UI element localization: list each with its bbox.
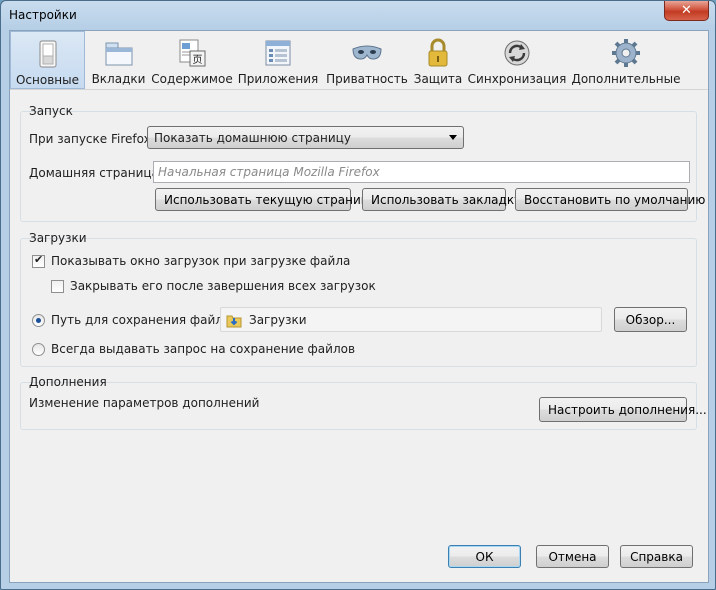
privacy-mask-icon	[352, 45, 382, 60]
tab-label: Вкладки	[91, 72, 146, 86]
general-switch-icon	[39, 40, 56, 68]
show-downloads-label: Показывать окно загрузок при загрузке фа…	[51, 254, 351, 268]
startup-when-label: При запуске Firefox:	[29, 132, 155, 146]
save-to-radio[interactable]	[32, 314, 45, 327]
tab-content[interactable]: 页 Содержимое	[151, 31, 233, 89]
tab-label: Приватность	[326, 72, 408, 86]
always-ask-label: Всегда выдавать запрос на сохранение фай…	[51, 342, 356, 356]
tab-privacy[interactable]: Приватность	[324, 31, 410, 89]
home-page-label: Домашняя страница:	[29, 166, 163, 180]
use-current-page-button[interactable]: Использовать текущую страницу	[155, 188, 376, 211]
show-downloads-checkbox[interactable]	[32, 253, 45, 268]
svg-text:页: 页	[193, 54, 203, 66]
download-folder-field: Загрузки	[220, 307, 602, 332]
browse-button[interactable]: Обзор...	[614, 307, 687, 332]
tab-sync[interactable]: Синхронизация	[466, 31, 568, 89]
startup-title: Запуск	[29, 104, 73, 118]
save-to-label: Путь для сохранения файлов	[51, 313, 238, 327]
tab-label: Приложения	[237, 72, 319, 86]
help-button[interactable]: Справка	[620, 545, 693, 568]
tab-applications[interactable]: Приложения	[232, 31, 324, 89]
startup-when-value: Показать домашнюю страницу	[154, 131, 351, 145]
download-folder-name: Загрузки	[249, 313, 307, 327]
applications-list-icon	[265, 40, 291, 66]
ok-button[interactable]: ОК	[448, 545, 521, 568]
startup-when-select[interactable]: Показать домашнюю страницу	[147, 126, 464, 149]
always-ask-radio[interactable]	[32, 343, 45, 356]
tab-advanced[interactable]: Дополнительные	[568, 31, 684, 89]
tabs-window-icon	[105, 42, 132, 66]
category-toolbar: Основные Вкладки 页 Содержимое Приложения…	[10, 31, 708, 90]
tab-general[interactable]: Основные	[10, 31, 85, 89]
tab-label: Дополнительные	[571, 72, 681, 86]
sync-arrows-icon	[504, 40, 530, 66]
use-bookmark-button[interactable]: Использовать закладку	[362, 188, 521, 211]
manage-addons-button[interactable]: Настроить дополнения...	[539, 397, 707, 422]
tab-label: Защита	[413, 72, 463, 86]
addons-description: Изменение параметров дополнений	[29, 396, 260, 410]
close-when-done-label: Закрывать его после завершения всех загр…	[70, 279, 376, 293]
advanced-gear-icon	[612, 39, 640, 67]
tab-tabs[interactable]: Вкладки	[85, 31, 152, 89]
tab-security[interactable]: Защита	[410, 31, 466, 89]
home-page-input[interactable]	[153, 161, 690, 183]
preferences-window: Настройки ✕ Основные Вкладки 页 Содержимо…	[0, 0, 716, 590]
security-lock-icon	[428, 38, 448, 67]
addons-title: Дополнения	[29, 375, 107, 389]
tab-label: Основные	[15, 73, 79, 87]
title-bar[interactable]: Настройки ✕	[1, 1, 715, 31]
close-icon: ✕	[681, 3, 692, 18]
downloads-title: Загрузки	[29, 231, 87, 245]
dialog-body: Основные Вкладки 页 Содержимое Приложения…	[9, 30, 709, 583]
tab-label: Синхронизация	[467, 72, 567, 86]
chevron-down-icon	[449, 135, 457, 140]
window-title: Настройки	[9, 8, 77, 22]
cancel-button[interactable]: Отмена	[536, 545, 609, 568]
restore-default-button[interactable]: Восстановить по умолчанию	[515, 188, 705, 211]
folder-download-icon	[226, 315, 242, 328]
close-when-done-checkbox[interactable]	[51, 280, 64, 293]
content-page-icon: 页	[179, 39, 206, 67]
tab-label: Содержимое	[151, 72, 233, 86]
close-button[interactable]: ✕	[664, 1, 709, 21]
